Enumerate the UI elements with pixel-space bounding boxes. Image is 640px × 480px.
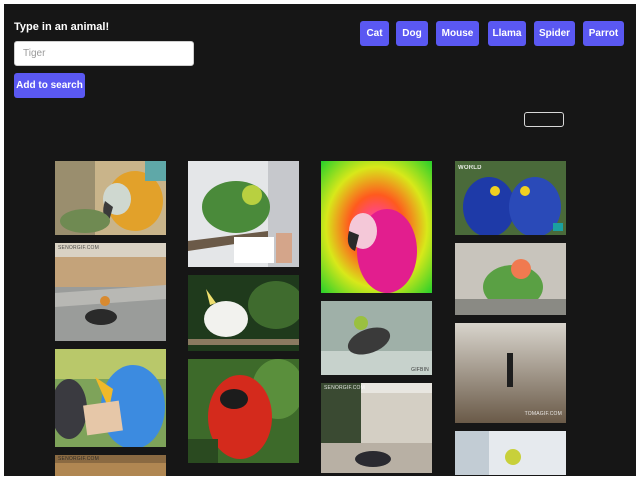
gif-tile-skateboard-bird[interactable]: GIFBIN <box>321 301 432 375</box>
gif-tile-psychedelic-macaw[interactable] <box>321 161 432 293</box>
gif-tile-parrot-closeup[interactable] <box>55 161 166 235</box>
watermark-text: SENORGIF.COM <box>58 245 100 251</box>
spider-button[interactable]: Spider <box>534 21 575 46</box>
gif-tile-green-parrot-cup[interactable] <box>188 161 299 267</box>
watermark-text: WORLD <box>458 165 482 171</box>
gallery-column-2 <box>188 161 299 471</box>
watermark-text: SENORGIF.COM <box>324 385 366 391</box>
watermark-text: SENORGIF.COM <box>58 456 100 462</box>
gif-tile-road-toy[interactable]: SENORGIF.COM <box>55 243 166 341</box>
watermark-text: GIFBIN <box>411 367 429 373</box>
gif-tile-cockatoo[interactable] <box>188 275 299 351</box>
outline-button[interactable] <box>524 112 564 127</box>
gif-tile-lovebird[interactable] <box>455 243 566 315</box>
parrot-button[interactable]: Parrot <box>583 21 624 46</box>
gif-tile-cartoon-parrot[interactable] <box>55 349 166 447</box>
gif-tile-hyacinth-macaws[interactable]: WORLD <box>455 161 566 235</box>
llama-button[interactable]: Llama <box>488 21 526 46</box>
watermark-text: TOMAGIF.COM <box>524 411 562 417</box>
cat-button[interactable]: Cat <box>360 21 389 46</box>
gif-tile-dancing-figure[interactable]: TOMAGIF.COM <box>455 323 566 423</box>
mouse-button[interactable]: Mouse <box>436 21 479 46</box>
search-prompt: Type in an animal! <box>14 21 110 33</box>
add-to-search-button[interactable]: Add to search <box>14 73 85 98</box>
app-window: Type in an animal! Add to search Cat Dog… <box>4 4 636 476</box>
gallery-column-4: WORLD TOMAGIF.COM <box>455 161 566 476</box>
animal-search-input[interactable] <box>14 41 194 66</box>
gif-tile-partial[interactable]: SENORGIF.COM <box>55 455 166 476</box>
gif-tile-red-macaw[interactable] <box>188 359 299 463</box>
dog-button[interactable]: Dog <box>396 21 428 46</box>
gif-tile-room-ball[interactable] <box>455 431 566 475</box>
gif-tile-yard[interactable]: SENORGIF.COM <box>321 383 432 473</box>
gallery-column-1: SENORGIF.COM SENORGIF.COM <box>55 161 166 476</box>
gallery-column-3: GIFBIN SENORGIF.COM <box>321 161 432 476</box>
